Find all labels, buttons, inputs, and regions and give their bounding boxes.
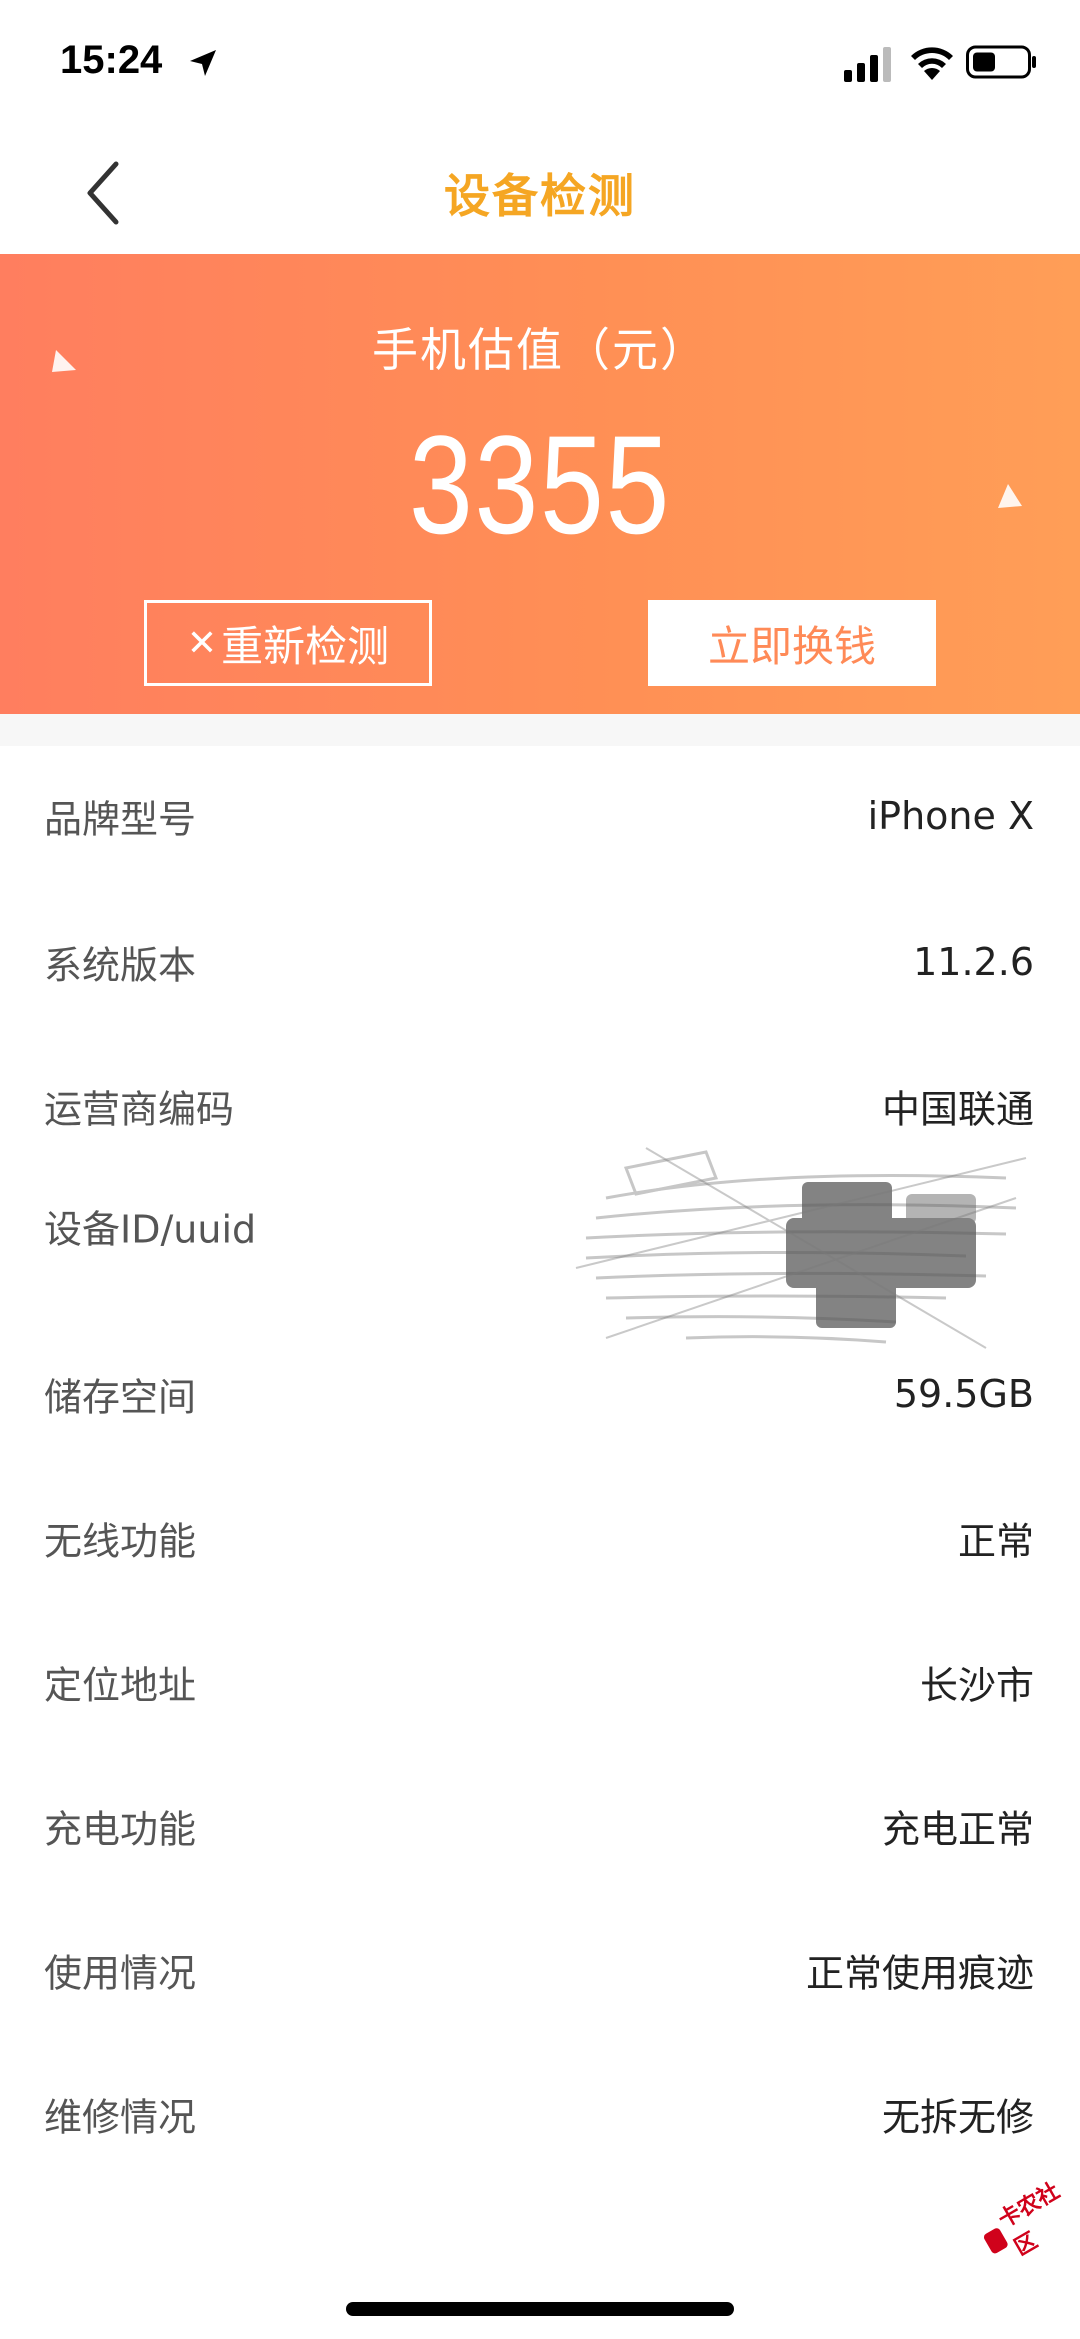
info-row-usage: 使用情况 正常使用痕迹: [0, 1920, 1080, 2020]
info-value: 59.5GB: [893, 1372, 1034, 1416]
location-arrow-icon: [190, 50, 216, 76]
info-row-system-version: 系统版本 11.2.6: [0, 912, 1080, 1012]
exchange-now-button-label: 立即换钱: [707, 621, 876, 671]
info-label: 维修情况: [44, 2095, 197, 2140]
banner-divider: [0, 714, 1080, 746]
wifi-icon: [911, 47, 953, 80]
close-x-icon: ✕: [186, 622, 218, 664]
info-value: 11.2.6: [913, 940, 1034, 984]
info-value: 正常: [957, 1519, 1034, 1564]
valuation-label: 手机估值（元）: [372, 323, 708, 377]
nav-bar: 设备检测: [0, 130, 1080, 254]
info-value: 长沙市: [919, 1663, 1034, 1708]
info-label: 充电功能: [44, 1807, 197, 1852]
info-label: 系统版本: [44, 943, 197, 988]
exchange-now-button[interactable]: 立即换钱: [648, 600, 936, 686]
info-label: 设备ID/uuid: [44, 1207, 257, 1252]
status-bar: 15:24: [0, 0, 1080, 130]
recheck-button[interactable]: ✕ 重新检测: [144, 600, 432, 686]
valuation-banner: 手机估值（元） 3355 ✕ 重新检测 立即换钱: [0, 254, 1080, 714]
recheck-button-label: 重新检测: [221, 621, 390, 671]
redaction-scribble: [575, 1147, 1027, 1349]
info-label: 无线功能: [44, 1519, 197, 1564]
community-watermark: 卡农社区: [978, 2179, 1080, 2263]
info-value: 中国联通: [881, 1087, 1034, 1132]
info-row-brand-model: 品牌型号 iPhone X: [0, 766, 1080, 866]
info-label: 储存空间: [44, 1375, 197, 1420]
info-row-repair: 维修情况 无拆无修: [0, 2064, 1080, 2164]
screen: 15:24 设备检测 手机估值（元） 3355 ✕ 重新检测 立即换钱 品牌型号…: [0, 0, 1080, 2339]
info-value: 无拆无修: [881, 2095, 1034, 2140]
info-label: 使用情况: [44, 1951, 197, 1996]
info-value: 充电正常: [881, 1807, 1034, 1852]
info-label: 定位地址: [44, 1663, 197, 1708]
info-value: iPhone X: [867, 794, 1034, 838]
valuation-amount: 3355: [409, 406, 671, 563]
home-indicator[interactable]: [346, 2302, 734, 2316]
page-title: 设备检测: [444, 169, 636, 223]
battery-icon: [966, 45, 1036, 79]
info-row-charging: 充电功能 充电正常: [0, 1776, 1080, 1876]
info-label: 运营商编码: [44, 1087, 235, 1132]
decorative-triangle-icon: [998, 484, 1022, 508]
info-row-location: 定位地址 长沙市: [0, 1632, 1080, 1732]
info-label: 品牌型号: [44, 797, 197, 842]
cellular-signal-icon: [844, 47, 891, 82]
info-value: 正常使用痕迹: [805, 1951, 1034, 1996]
info-row-wireless: 无线功能 正常: [0, 1488, 1080, 1588]
status-time: 15:24: [60, 38, 163, 82]
